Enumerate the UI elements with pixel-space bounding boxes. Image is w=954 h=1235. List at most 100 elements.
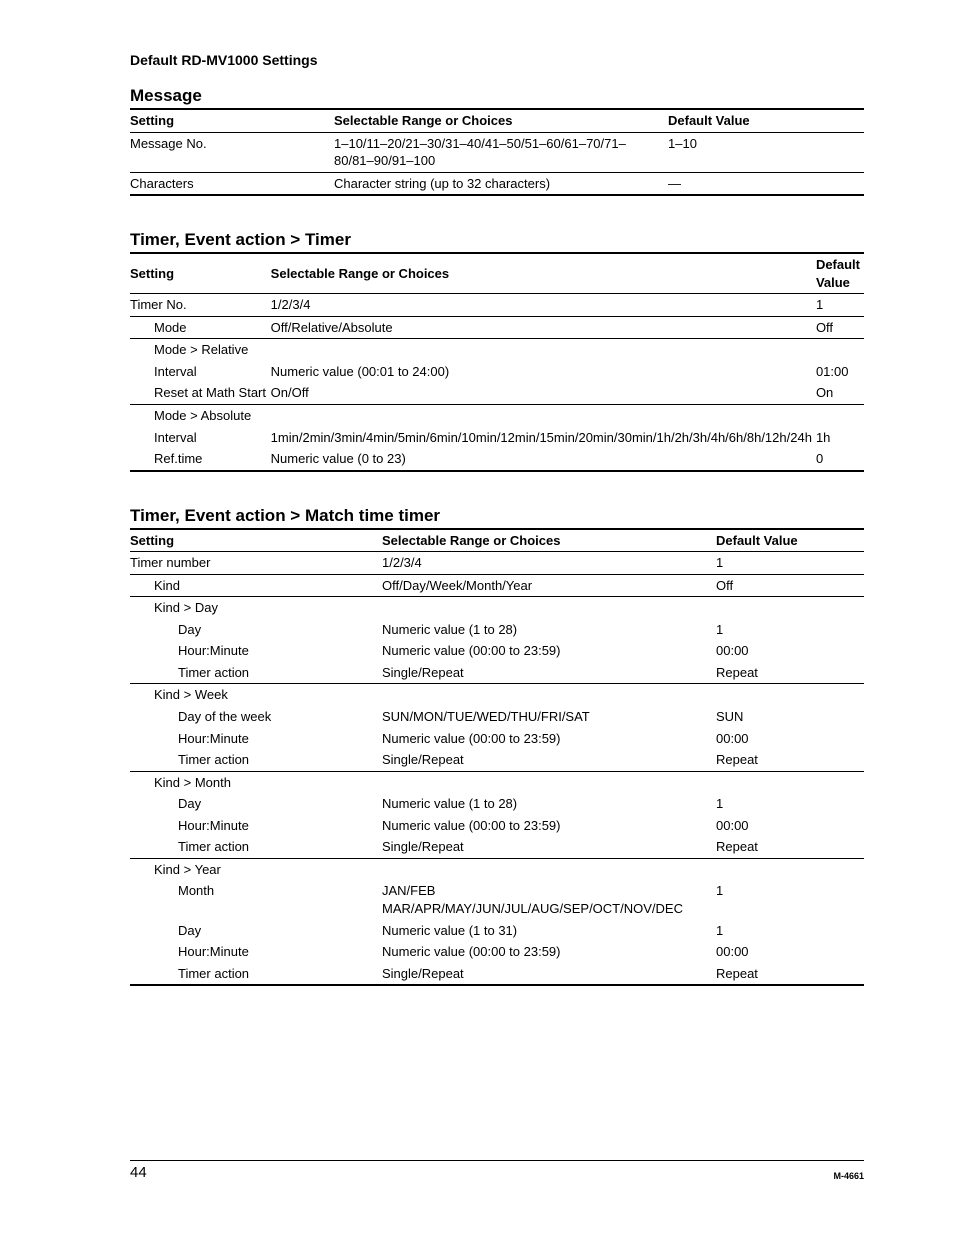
table-row: ModeOff/Relative/AbsoluteOff (130, 316, 864, 339)
setting-default (716, 684, 864, 706)
table-row: CharactersCharacter string (up to 32 cha… (130, 172, 864, 195)
setting-name: Message No. (130, 132, 334, 172)
setting-default (716, 858, 864, 880)
setting-name: Interval (130, 361, 271, 383)
settings-section: MessageSettingSelectable Range or Choice… (130, 86, 864, 196)
table-row: Hour:MinuteNumeric value (00:00 to 23:59… (130, 941, 864, 963)
setting-choices: Single/Repeat (382, 662, 716, 684)
setting-default: 1 (716, 552, 864, 575)
setting-choices (382, 597, 716, 619)
setting-default: 00:00 (716, 815, 864, 837)
table-row: IntervalNumeric value (00:01 to 24:00)01… (130, 361, 864, 383)
column-header: Setting (130, 529, 382, 552)
setting-default: 1 (716, 793, 864, 815)
table-row: DayNumeric value (1 to 28)1 (130, 619, 864, 641)
setting-choices: JAN/FEB MAR/APR/MAY/JUN/JUL/AUG/SEP/OCT/… (382, 880, 716, 919)
setting-choices: Numeric value (00:00 to 23:59) (382, 941, 716, 963)
setting-name: Kind > Year (130, 858, 382, 880)
doc-id: M-4661 (833, 1171, 864, 1181)
page-header: Default RD-MV1000 Settings (130, 52, 864, 68)
table-row: Timer actionSingle/RepeatRepeat (130, 662, 864, 684)
setting-default (816, 405, 864, 427)
settings-table: SettingSelectable Range or ChoicesDefaul… (130, 252, 864, 471)
column-header: Default Value (668, 109, 864, 132)
setting-name: Interval (130, 427, 271, 449)
setting-name: Characters (130, 172, 334, 195)
setting-name: Day of the week (130, 706, 382, 728)
table-row: Hour:MinuteNumeric value (00:00 to 23:59… (130, 815, 864, 837)
section-title: Timer, Event action > Match time timer (130, 506, 864, 526)
table-row: Timer actionSingle/RepeatRepeat (130, 836, 864, 858)
table-row: Reset at Math StartOn/OffOn (130, 382, 864, 404)
setting-default: 1 (716, 880, 864, 919)
column-header: Setting (130, 253, 271, 294)
setting-name: Hour:Minute (130, 728, 382, 750)
table-row: Kind > Month (130, 771, 864, 793)
table-row: Ref.timeNumeric value (0 to 23)0 (130, 448, 864, 471)
setting-default (716, 771, 864, 793)
table-row: Kind > Day (130, 597, 864, 619)
setting-name: Mode (130, 316, 271, 339)
setting-name: Day (130, 793, 382, 815)
column-header: Default Value (716, 529, 864, 552)
table-row: Mode > Relative (130, 339, 864, 361)
setting-default: 1–10 (668, 132, 864, 172)
setting-default: Repeat (716, 836, 864, 858)
setting-name: Hour:Minute (130, 815, 382, 837)
setting-choices: Off/Day/Week/Month/Year (382, 574, 716, 597)
settings-table: SettingSelectable Range or ChoicesDefaul… (130, 528, 864, 986)
page-footer: 44 M-4661 (130, 1160, 864, 1181)
setting-name: Day (130, 619, 382, 641)
setting-choices: Off/Relative/Absolute (271, 316, 816, 339)
setting-default: On (816, 382, 864, 404)
setting-name: Mode > Absolute (130, 405, 271, 427)
setting-name: Kind > Day (130, 597, 382, 619)
table-row: Day of the weekSUN/MON/TUE/WED/THU/FRI/S… (130, 706, 864, 728)
table-row: Kind > Week (130, 684, 864, 706)
column-header: Setting (130, 109, 334, 132)
setting-choices: Numeric value (0 to 23) (271, 448, 816, 471)
setting-choices (382, 684, 716, 706)
setting-choices: Single/Repeat (382, 749, 716, 771)
setting-choices: SUN/MON/TUE/WED/THU/FRI/SAT (382, 706, 716, 728)
setting-default (816, 339, 864, 361)
setting-choices: Numeric value (00:00 to 23:59) (382, 640, 716, 662)
table-row: Kind > Year (130, 858, 864, 880)
setting-choices: Numeric value (00:01 to 24:00) (271, 361, 816, 383)
setting-default: 0 (816, 448, 864, 471)
setting-name: Kind > Month (130, 771, 382, 793)
setting-default: Repeat (716, 662, 864, 684)
setting-name: Mode > Relative (130, 339, 271, 361)
setting-default: 1h (816, 427, 864, 449)
setting-choices (382, 858, 716, 880)
setting-name: Kind (130, 574, 382, 597)
setting-default: 00:00 (716, 941, 864, 963)
table-row: MonthJAN/FEB MAR/APR/MAY/JUN/JUL/AUG/SEP… (130, 880, 864, 919)
setting-choices: Numeric value (00:00 to 23:59) (382, 728, 716, 750)
setting-choices: Single/Repeat (382, 963, 716, 986)
setting-choices (271, 339, 816, 361)
setting-name: Timer action (130, 836, 382, 858)
setting-default: SUN (716, 706, 864, 728)
table-row: KindOff/Day/Week/Month/YearOff (130, 574, 864, 597)
setting-choices (271, 405, 816, 427)
setting-name: Timer action (130, 662, 382, 684)
setting-name: Reset at Math Start (130, 382, 271, 404)
setting-name: Ref.time (130, 448, 271, 471)
table-row: Timer actionSingle/RepeatRepeat (130, 749, 864, 771)
setting-name: Timer action (130, 749, 382, 771)
page-number: 44 (130, 1164, 147, 1181)
setting-name: Month (130, 880, 382, 919)
setting-default: 1 (716, 619, 864, 641)
setting-default: 00:00 (716, 728, 864, 750)
setting-choices: Numeric value (1 to 28) (382, 793, 716, 815)
setting-name: Hour:Minute (130, 640, 382, 662)
setting-choices: 1/2/3/4 (382, 552, 716, 575)
setting-name: Hour:Minute (130, 941, 382, 963)
setting-choices: Single/Repeat (382, 836, 716, 858)
section-title: Message (130, 86, 864, 106)
setting-choices: Numeric value (1 to 28) (382, 619, 716, 641)
table-row: DayNumeric value (1 to 31)1 (130, 920, 864, 942)
setting-choices: 1min/2min/3min/4min/5min/6min/10min/12mi… (271, 427, 816, 449)
table-row: Timer number1/2/3/41 (130, 552, 864, 575)
